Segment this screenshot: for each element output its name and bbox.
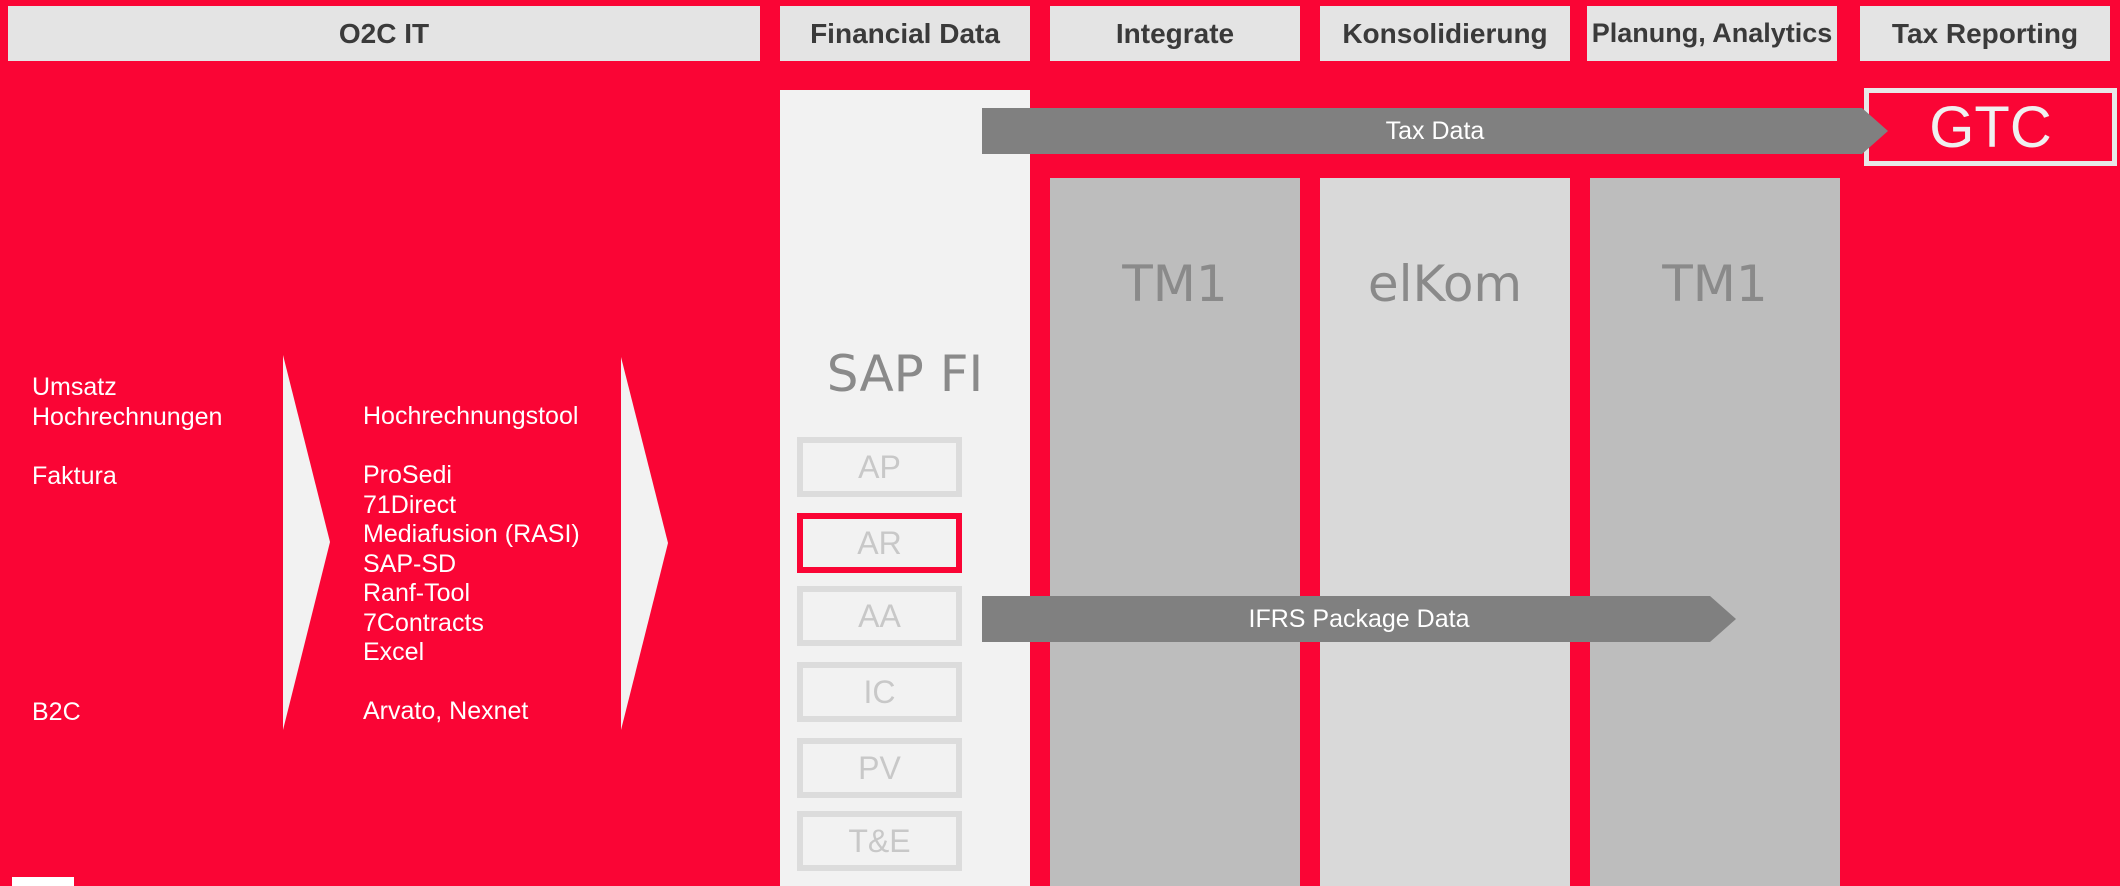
gtc-box: GTC xyxy=(1864,88,2117,166)
source-categories-list: Umsatz Hochrechnungen Faktura B2C xyxy=(32,373,222,727)
header-o2c-it: O2C IT xyxy=(8,6,760,61)
list-item: Faktura xyxy=(32,461,117,490)
sap-fi-title: SAP FI xyxy=(826,345,984,403)
list-item: SAP-SD xyxy=(363,549,457,578)
ifrs-package-arrow: IFRS Package Data xyxy=(982,596,1736,642)
header-planung-analytics: Planung, Analytics xyxy=(1587,6,1837,61)
list-item: Hochrechnungen xyxy=(32,402,223,431)
list-item: Hochrechnungstool xyxy=(363,402,579,430)
ifrs-package-label: IFRS Package Data xyxy=(1248,604,1470,633)
module-aa: AA xyxy=(797,586,962,646)
header-financial-data: Financial Data xyxy=(780,6,1030,61)
tm1-planung-title: TM1 xyxy=(1662,255,1768,313)
list-item: Arvato, Nexnet xyxy=(363,697,529,725)
list-item: 71Direct xyxy=(363,490,457,519)
module-ic: IC xyxy=(797,662,962,722)
logo-mark xyxy=(12,877,74,886)
gtc-label: GTC xyxy=(1929,94,2052,160)
list-item: B2C xyxy=(32,697,81,726)
module-te: T&E xyxy=(797,811,962,871)
header-konsolidierung: Konsolidierung xyxy=(1320,6,1570,61)
elkom-title: elKom xyxy=(1367,255,1523,313)
tax-data-arrow: Tax Data xyxy=(982,108,1888,154)
tm1-integrate-column: TM1 xyxy=(1050,178,1300,886)
list-item: Ranf-Tool xyxy=(363,579,470,607)
tm1-integrate-title: TM1 xyxy=(1122,255,1228,313)
tm1-planung-column: TM1 xyxy=(1590,178,1840,886)
list-item: ProSedi xyxy=(363,461,452,489)
list-item: Excel xyxy=(363,638,425,666)
source-tools-list: Hochrechnungstool ProSedi 71Direct Media… xyxy=(363,402,580,727)
chevron-left-2 xyxy=(621,357,668,730)
chevron-left-1 xyxy=(283,355,330,730)
elkom-column: elKom xyxy=(1320,178,1570,886)
tax-data-label: Tax Data xyxy=(1385,116,1485,145)
list-item: 7Contracts xyxy=(363,608,484,637)
header-integrate: Integrate xyxy=(1050,6,1300,61)
header-tax-reporting: Tax Reporting xyxy=(1860,6,2110,61)
module-ap: AP xyxy=(797,437,962,497)
list-item: Umsatz xyxy=(32,373,117,401)
module-pv: PV xyxy=(797,738,962,798)
list-item: Mediafusion (RASI) xyxy=(363,520,580,548)
module-ar: AR xyxy=(797,513,962,573)
